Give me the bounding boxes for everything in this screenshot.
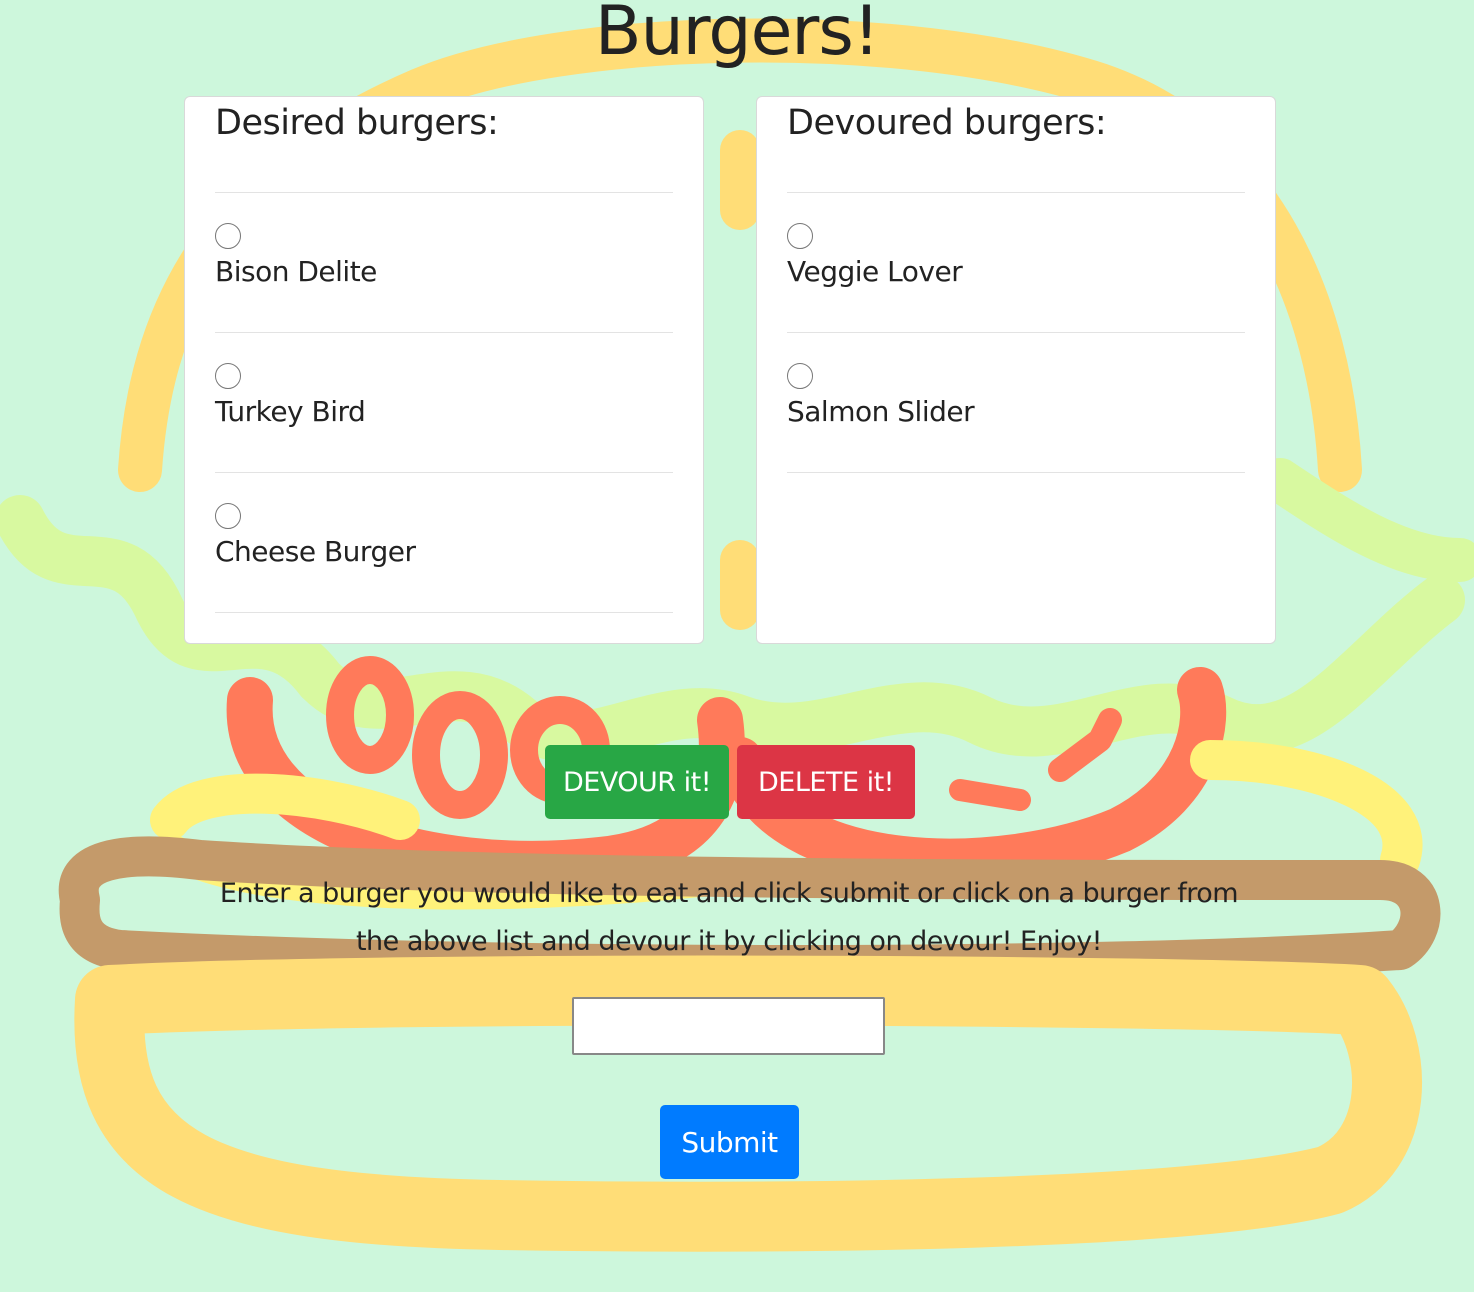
submit-button[interactable]: Submit	[660, 1105, 799, 1179]
desired-burgers-title: Desired burgers:	[215, 97, 673, 193]
burger-radio-cheese-burger[interactable]	[215, 503, 241, 529]
burger-name: Turkey Bird	[215, 395, 366, 428]
burger-name: Veggie Lover	[787, 255, 963, 288]
burger-radio-salmon-slider[interactable]	[787, 363, 813, 389]
burger-radio-bison-delite[interactable]	[215, 223, 241, 249]
list-item: Cheese Burger	[215, 473, 673, 613]
desired-burgers-card: Desired burgers: Bison Delite Turkey Bir…	[184, 96, 704, 644]
delete-button[interactable]: DELETE it!	[737, 745, 915, 819]
burger-name: Salmon Slider	[787, 395, 975, 428]
list-item: Veggie Lover	[787, 193, 1245, 333]
devoured-burgers-card: Devoured burgers: Veggie Lover Salmon Sl…	[756, 96, 1276, 644]
devour-button[interactable]: DEVOUR it!	[545, 745, 729, 819]
tomato-seed-5	[949, 779, 1031, 811]
burger-radio-turkey-bird[interactable]	[215, 363, 241, 389]
instructions-text: Enter a burger you would like to eat and…	[219, 878, 1239, 957]
burger-name-input[interactable]	[572, 997, 885, 1055]
lettuce-stroke-2	[1258, 458, 1474, 582]
list-item: Salmon Slider	[787, 333, 1245, 473]
burger-radio-veggie-lover[interactable]	[787, 223, 813, 249]
burger-name: Cheese Burger	[215, 535, 416, 568]
page-title: Burgers!	[594, 0, 880, 71]
devoured-burgers-title: Devoured burgers:	[787, 97, 1245, 193]
list-item: Bison Delite	[215, 193, 673, 333]
list-item: Turkey Bird	[215, 333, 673, 473]
burger-name: Bison Delite	[215, 255, 377, 288]
